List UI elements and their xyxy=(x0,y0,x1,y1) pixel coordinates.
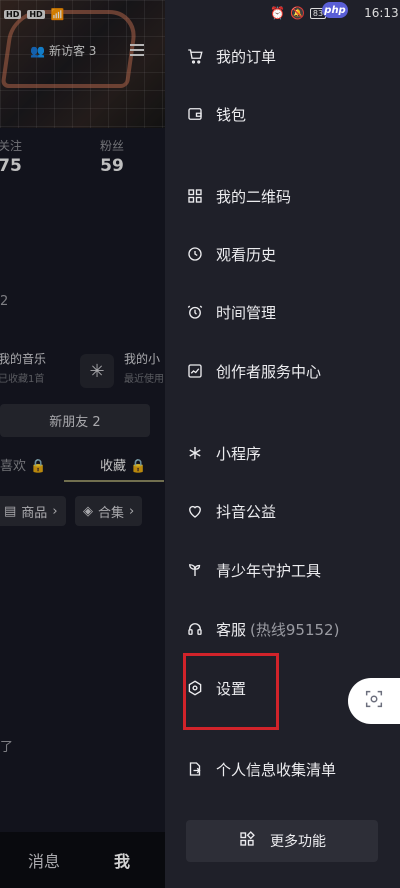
new-friends-button[interactable]: 新朋友 2 xyxy=(0,404,150,437)
hd-badge-2: HD xyxy=(27,9,45,19)
heart-icon xyxy=(186,502,204,520)
tab-likes[interactable]: 喜欢 🔒 xyxy=(0,455,46,474)
layers-icon: ◈ xyxy=(83,503,93,519)
menu-item-wallet[interactable]: 钱包 xyxy=(186,100,246,128)
menu-item-orders[interactable]: 我的订单 xyxy=(186,42,276,70)
menu-item-mini-program[interactable]: 小程序 xyxy=(186,439,261,467)
wallet-icon xyxy=(186,105,204,123)
chart-icon xyxy=(186,362,204,380)
menu-item-creator-center[interactable]: 创作者服务中心 xyxy=(186,357,321,385)
people-icon: 👥 xyxy=(30,43,45,58)
chevron-right-icon: › xyxy=(129,503,135,519)
headset-icon xyxy=(186,620,204,638)
bottom-nav: 消息 我 xyxy=(0,832,165,888)
clock-icon xyxy=(186,245,204,263)
grid-icon xyxy=(238,830,256,852)
menu-item-youth-guard[interactable]: 青少年守护工具 xyxy=(186,556,321,584)
mini-program-icon: ✳ xyxy=(80,354,114,388)
bag-icon: ▤ xyxy=(4,503,17,519)
menu-item-charity[interactable]: 抖音公益 xyxy=(186,497,276,525)
following-stat[interactable]: 关注 75 xyxy=(0,137,22,176)
doc-export-icon xyxy=(186,760,204,778)
hotline-text: (热线95152) xyxy=(250,620,340,639)
followers-stat[interactable]: 粉丝 59 xyxy=(100,137,124,176)
menu-item-qrcode[interactable]: 我的二维码 xyxy=(186,182,291,210)
clock-time: 16:13 xyxy=(364,6,399,20)
profile-text-fragment-2: 了 xyxy=(0,740,14,755)
nav-me[interactable]: 我 xyxy=(114,848,130,872)
php-badge: php xyxy=(322,2,348,18)
asterisk-icon xyxy=(186,444,204,462)
chip-goods[interactable]: ▤ 商品 › xyxy=(0,496,66,526)
profile-text-fragment: 2 xyxy=(0,294,9,309)
chevron-right-icon: › xyxy=(52,503,58,519)
status-bar-left: HD HD 📶 xyxy=(0,0,64,28)
nav-messages[interactable]: 消息 xyxy=(28,848,60,872)
my-mini-entry[interactable]: 我的小 最近使用 xyxy=(124,350,164,385)
menu-item-time-management[interactable]: 时间管理 xyxy=(186,298,276,326)
wifi-icon: 📶 xyxy=(50,7,65,21)
alarm-icon xyxy=(186,303,204,321)
hd-badge: HD xyxy=(4,9,22,19)
scan-icon xyxy=(363,688,385,714)
menu-icon[interactable] xyxy=(130,44,144,56)
chip-collections[interactable]: ◈ 合集 › xyxy=(75,496,143,526)
my-music-entry[interactable]: 我的音乐 已收藏1首 xyxy=(0,350,46,385)
qrcode-icon xyxy=(186,187,204,205)
profile-page: HD HD 📶 👥 新访客 3 关注 75 粉丝 59 2 我的音乐 已收藏1首… xyxy=(0,0,165,888)
sprout-icon xyxy=(186,561,204,579)
more-features-button[interactable]: 更多功能 xyxy=(186,820,378,862)
settings-highlight-box xyxy=(183,653,279,730)
menu-item-customer-service[interactable]: 客服 (热线95152) xyxy=(186,615,339,643)
floating-scan-button[interactable] xyxy=(348,678,400,724)
alarm-status-icon: ⏰ xyxy=(270,6,285,20)
menu-item-privacy-list[interactable]: 个人信息收集清单 xyxy=(186,755,336,783)
visitors-button[interactable]: 👥 新访客 3 xyxy=(30,42,96,59)
mute-icon: 🔕 xyxy=(289,6,305,20)
cart-icon xyxy=(186,47,204,65)
tab-underline xyxy=(64,480,164,482)
menu-item-history[interactable]: 观看历史 xyxy=(186,240,276,268)
tab-favorites[interactable]: 收藏 🔒 xyxy=(100,455,146,474)
